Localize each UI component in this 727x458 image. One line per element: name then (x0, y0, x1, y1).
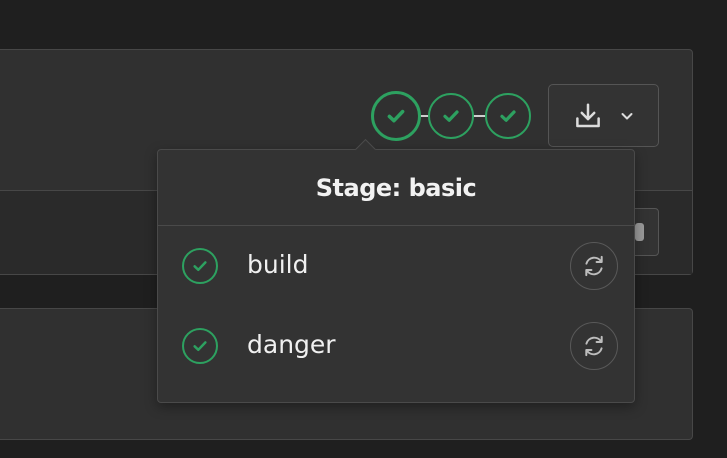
stage-2-status[interactable] (428, 93, 474, 139)
check-icon (193, 261, 207, 272)
check-icon (387, 109, 405, 123)
job-name[interactable]: build (247, 250, 308, 279)
job-name[interactable]: danger (247, 330, 336, 359)
job-item-danger[interactable]: danger (158, 306, 634, 386)
chevron-down-icon (621, 112, 632, 119)
download-icon (575, 103, 600, 127)
stage-dropdown: Stage: basic build danger (157, 138, 635, 403)
retry-icon (585, 255, 603, 277)
job-item-build[interactable]: build (158, 226, 634, 306)
download-artifacts-button[interactable] (548, 84, 659, 147)
pipeline-mini-graph (371, 91, 533, 141)
success-status-icon (182, 328, 218, 364)
success-status-icon (182, 248, 218, 284)
retry-build-button[interactable] (570, 242, 618, 290)
check-icon (500, 110, 516, 122)
check-icon (193, 341, 207, 352)
stage-basic-status[interactable] (371, 91, 421, 141)
button-glyph (635, 223, 644, 241)
stage-3-status[interactable] (485, 93, 531, 139)
retry-icon (585, 335, 603, 357)
check-icon (443, 110, 459, 122)
retry-danger-button[interactable] (570, 322, 618, 370)
dropdown-title: Stage: basic (158, 150, 634, 226)
